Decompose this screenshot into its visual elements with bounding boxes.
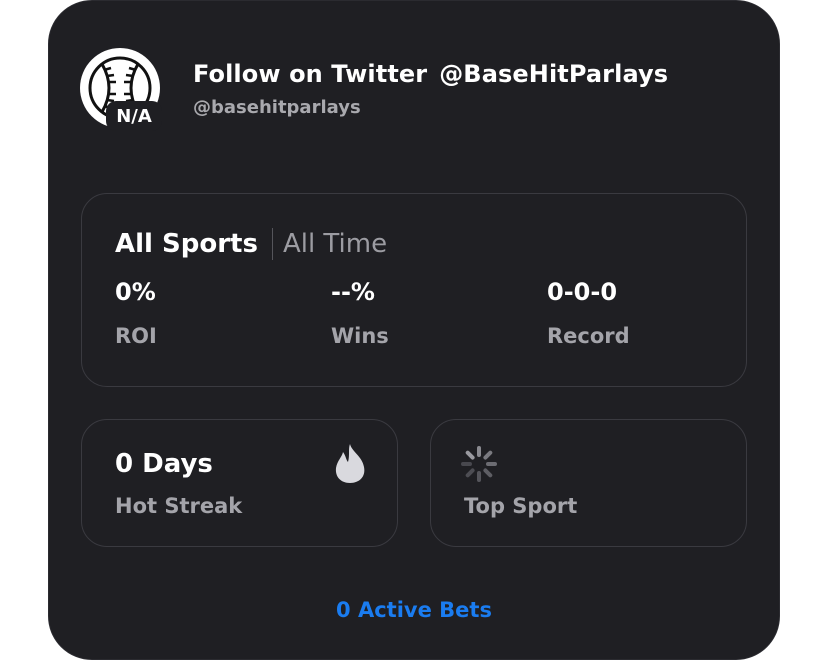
follow-label: Follow on Twitter <box>193 60 428 88</box>
stat-roi: 0% ROI <box>115 278 157 348</box>
stats-header: All Sports All Time <box>115 228 387 260</box>
top-sport-panel: Top Sport <box>430 419 747 547</box>
stat-record: 0-0-0 Record <box>547 278 630 348</box>
status-badge: N/A <box>106 101 162 131</box>
stat-value: 0% <box>115 278 156 306</box>
top-sport-label: Top Sport <box>464 494 578 518</box>
hot-streak-panel: 0 Days Hot Streak <box>81 419 398 547</box>
flame-icon <box>335 444 365 483</box>
stat-label: ROI <box>115 324 157 348</box>
stat-label: Record <box>547 324 630 348</box>
stat-value: 0-0-0 <box>547 278 618 306</box>
active-bets-link[interactable]: 0 Active Bets <box>0 598 828 622</box>
username: @basehitparlays <box>193 97 361 118</box>
divider <box>271 228 273 260</box>
loading-spinner-icon <box>461 446 497 482</box>
streak-label: Hot Streak <box>115 494 243 518</box>
streak-value: 0 Days <box>115 449 213 479</box>
stat-label: Wins <box>331 324 389 348</box>
sport-filter[interactable]: All Sports <box>115 229 258 259</box>
avatar[interactable]: N/A <box>80 48 162 131</box>
twitter-handle: @BaseHitParlays <box>439 60 669 88</box>
period-filter[interactable]: All Time <box>283 229 387 259</box>
stat-wins: --% Wins <box>331 278 389 348</box>
stats-panel: All Sports All Time 0% ROI --% Wins 0-0-… <box>81 193 747 387</box>
follow-twitter-link[interactable]: Follow on Twitter @BaseHitParlays <box>193 60 668 88</box>
stat-value: --% <box>331 278 375 306</box>
